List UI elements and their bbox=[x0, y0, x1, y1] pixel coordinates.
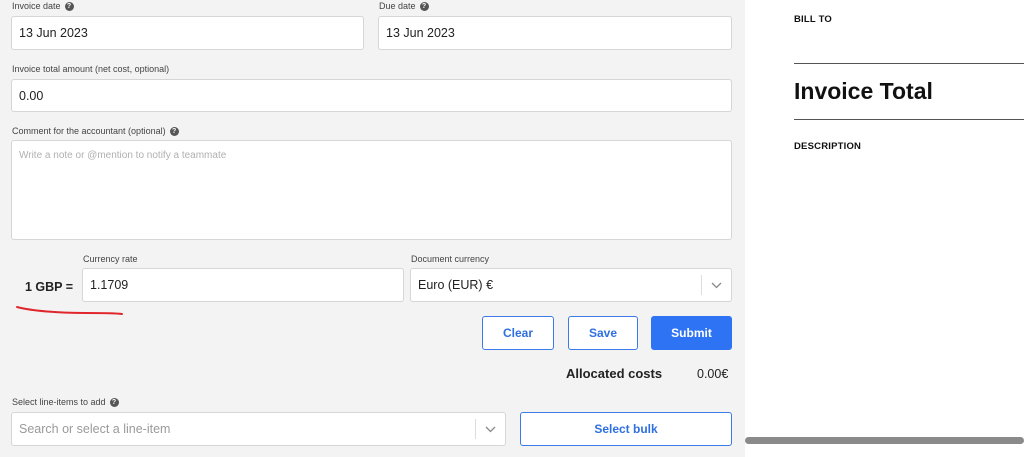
chevron-down-icon[interactable] bbox=[475, 419, 505, 439]
submit-button[interactable]: Submit bbox=[651, 316, 732, 350]
total-amount-label: Invoice total amount (net cost, optional… bbox=[12, 64, 170, 74]
due-date-field[interactable]: 13 Jun 2023 bbox=[378, 16, 732, 50]
document-currency-select[interactable]: Euro (EUR) € bbox=[410, 268, 732, 302]
preview-divider bbox=[794, 63, 1024, 64]
allocated-costs-value: 0.00€ bbox=[697, 367, 729, 381]
help-circle-icon[interactable]: ? bbox=[64, 1, 74, 11]
line-item-search-select[interactable]: Search or select a line-item bbox=[11, 412, 506, 446]
invoice-form-pane: Invoice date ? 13 Jun 2023 Due date ? 13… bbox=[0, 0, 745, 457]
description-heading: DESCRIPTION bbox=[794, 141, 862, 152]
comment-textarea[interactable]: Write a note or @mention to notify a tea… bbox=[11, 140, 732, 240]
chevron-down-icon[interactable] bbox=[701, 275, 731, 295]
total-amount-field[interactable]: 0.00 bbox=[11, 79, 732, 112]
select-bulk-button[interactable]: Select bulk bbox=[520, 412, 732, 446]
horizontal-scrollbar[interactable] bbox=[745, 437, 1024, 444]
save-button[interactable]: Save bbox=[568, 316, 638, 350]
line-items-label: Select line-items to add ? bbox=[12, 397, 119, 407]
clear-button[interactable]: Clear bbox=[482, 316, 554, 350]
due-date-label: Due date ? bbox=[379, 1, 429, 11]
preview-divider bbox=[794, 119, 1024, 120]
invoice-total-title: Invoice Total bbox=[794, 78, 933, 104]
invoice-date-field[interactable]: 13 Jun 2023 bbox=[11, 16, 364, 50]
currency-rate-label: Currency rate bbox=[83, 254, 138, 264]
comment-label: Comment for the accountant (optional) ? bbox=[12, 126, 179, 136]
invoice-preview-pane: BILL TO Invoice Total DESCRIPTION bbox=[745, 0, 1024, 457]
red-annotation-underline bbox=[16, 306, 123, 315]
help-circle-icon[interactable]: ? bbox=[169, 126, 179, 136]
help-circle-icon[interactable]: ? bbox=[419, 1, 429, 11]
currency-rate-field[interactable]: 1.1709 bbox=[82, 268, 404, 302]
rate-prefix: 1 GBP = bbox=[25, 280, 74, 294]
allocated-costs-label: Allocated costs bbox=[566, 366, 663, 381]
help-circle-icon[interactable]: ? bbox=[109, 397, 119, 407]
bill-to-heading: BILL TO bbox=[794, 14, 832, 25]
invoice-date-label: Invoice date ? bbox=[12, 1, 74, 11]
document-currency-label: Document currency bbox=[411, 254, 490, 264]
